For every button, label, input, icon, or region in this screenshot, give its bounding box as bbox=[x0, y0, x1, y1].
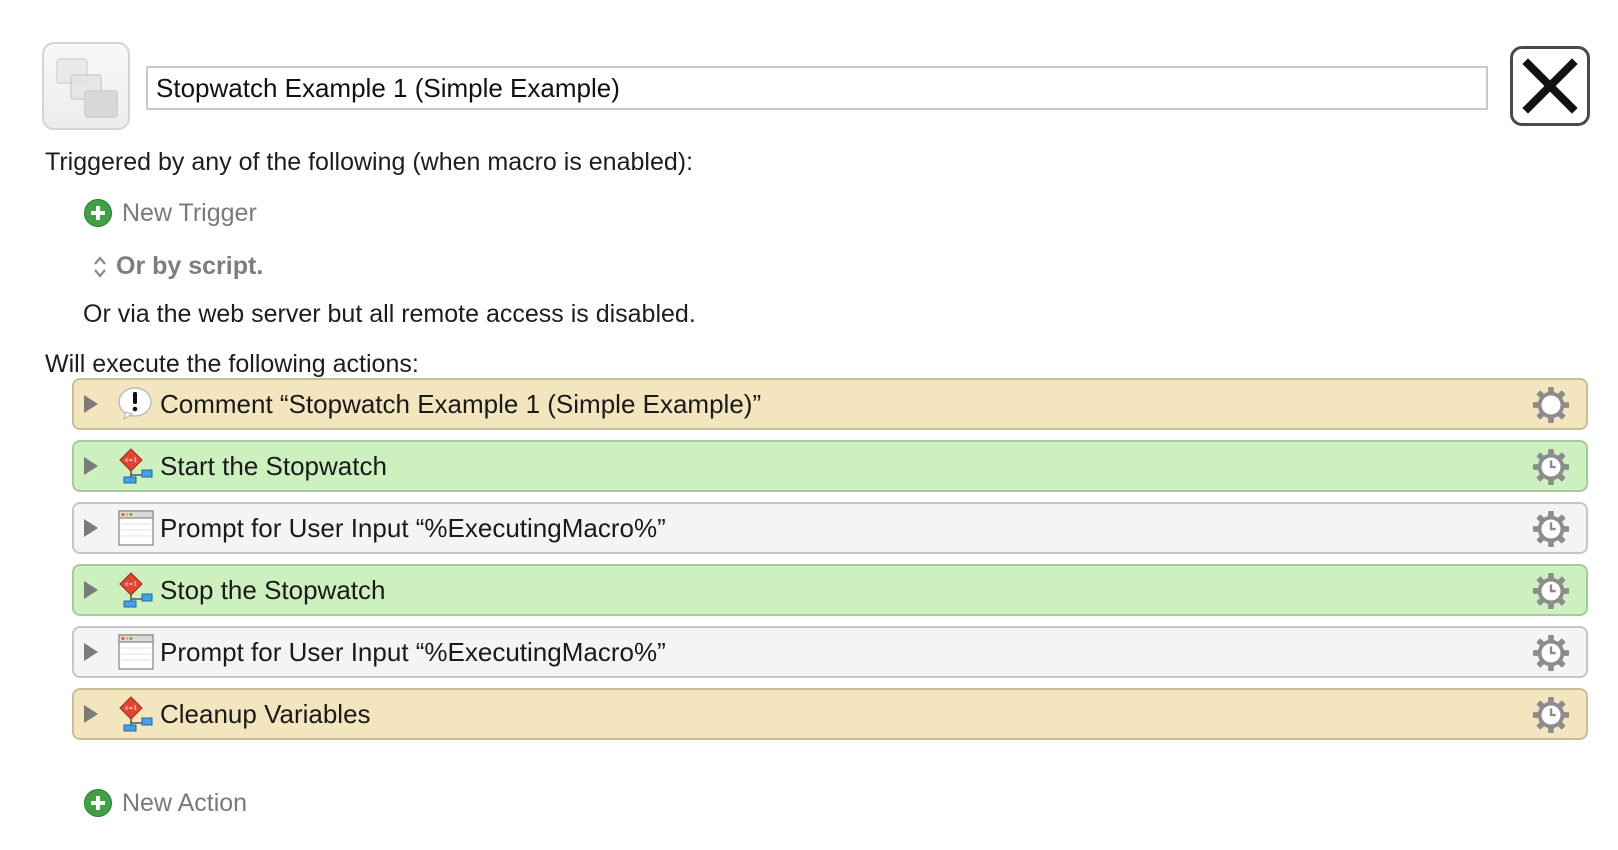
window-icon bbox=[118, 510, 154, 546]
action-row-prompt-user-input[interactable]: Prompt for User Input “%ExecutingMacro%” bbox=[72, 502, 1588, 554]
action-label: Stop the Stopwatch bbox=[160, 574, 386, 605]
action-row-comment[interactable]: Comment “Stopwatch Example 1 (Simple Exa… bbox=[72, 378, 1588, 430]
disclosure-triangle-icon[interactable] bbox=[84, 643, 98, 661]
set-variable-icon: x=1 bbox=[118, 572, 154, 608]
web-server-note: Or via the web server but all remote acc… bbox=[83, 300, 696, 328]
svg-text:x=1: x=1 bbox=[125, 457, 138, 464]
gear-clock-icon[interactable] bbox=[1532, 634, 1570, 672]
action-row-start-stopwatch[interactable]: x=1 Start the Stopwatch bbox=[72, 440, 1588, 492]
disclosure-triangle-icon[interactable] bbox=[84, 581, 98, 599]
new-action-button[interactable]: New Action bbox=[84, 786, 247, 820]
close-x-icon bbox=[1522, 58, 1578, 114]
svg-text:x=1: x=1 bbox=[125, 581, 138, 588]
comment-icon bbox=[118, 386, 154, 422]
action-row-prompt-user-input[interactable]: Prompt for User Input “%ExecutingMacro%” bbox=[72, 626, 1588, 678]
close-button[interactable] bbox=[1510, 46, 1590, 126]
triggers-heading: Triggered by any of the following (when … bbox=[45, 148, 694, 176]
new-action-label: New Action bbox=[122, 788, 248, 817]
action-row-cleanup-variables[interactable]: x=1 Cleanup Variables bbox=[72, 688, 1588, 740]
set-variable-icon: x=1 bbox=[118, 696, 154, 732]
up-down-chevron-icon bbox=[94, 255, 106, 278]
action-label: Prompt for User Input “%ExecutingMacro%” bbox=[160, 636, 666, 667]
new-trigger-label: New Trigger bbox=[122, 198, 257, 227]
add-icon bbox=[84, 199, 112, 227]
disclosure-triangle-icon[interactable] bbox=[84, 705, 98, 723]
svg-text:x=1: x=1 bbox=[125, 705, 138, 712]
new-trigger-button[interactable]: New Trigger bbox=[84, 196, 257, 230]
add-icon bbox=[84, 789, 112, 817]
gear-clock-icon[interactable] bbox=[1532, 448, 1570, 486]
action-label: Prompt for User Input “%ExecutingMacro%” bbox=[160, 512, 666, 543]
action-label: Comment “Stopwatch Example 1 (Simple Exa… bbox=[160, 388, 762, 419]
macro-title-input[interactable] bbox=[146, 66, 1488, 110]
set-variable-icon: x=1 bbox=[118, 448, 154, 484]
action-row-stop-stopwatch[interactable]: x=1 Stop the Stopwatch bbox=[72, 564, 1588, 616]
action-label: Cleanup Variables bbox=[160, 698, 371, 729]
disclosure-triangle-icon[interactable] bbox=[84, 519, 98, 537]
disclosure-triangle-icon[interactable] bbox=[84, 457, 98, 475]
gear-icon[interactable] bbox=[1532, 386, 1570, 424]
or-by-script-disclosure[interactable]: Or by script. bbox=[92, 252, 263, 281]
disclosure-triangle-icon[interactable] bbox=[84, 395, 98, 413]
gear-clock-icon[interactable] bbox=[1532, 510, 1570, 548]
gear-clock-icon[interactable] bbox=[1532, 572, 1570, 610]
action-label: Start the Stopwatch bbox=[160, 450, 387, 481]
macro-group-icon[interactable] bbox=[42, 42, 130, 130]
or-by-script-label: Or by script. bbox=[116, 252, 264, 280]
gear-clock-icon[interactable] bbox=[1532, 696, 1570, 734]
window-icon bbox=[118, 634, 154, 670]
actions-heading: Will execute the following actions: bbox=[45, 350, 419, 378]
